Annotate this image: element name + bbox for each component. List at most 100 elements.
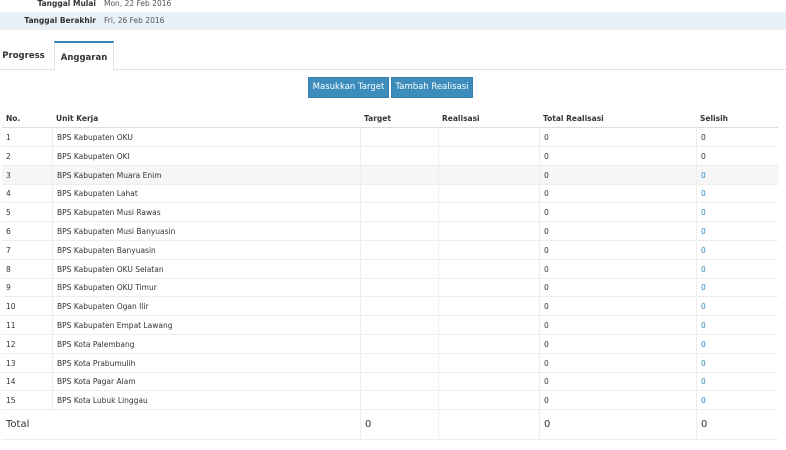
row-realisasi [438,353,539,372]
tab-anggaran[interactable]: Anggaran [54,41,114,71]
row-total-realisasi: 0 [539,316,696,334]
row-selisih: 0 [696,259,778,278]
row-no: 13 [6,358,16,368]
table-row: 14 BPS Kota Pagar Alam 0 0 [2,372,778,392]
total-unit-empty [52,410,360,439]
row-unit-kerja: BPS Kabupaten OKU [52,128,360,146]
row-no: 12 [6,339,16,349]
row-realisasi [438,165,539,184]
row-selisih: 0 [696,184,778,203]
table-total-row: Total 0 0 0 [2,410,778,440]
row-unit-kerja: BPS Kabupaten Lahat [52,184,360,203]
row-target [360,203,438,222]
row-no: 14 [6,377,16,387]
row-no: 8 [6,264,11,274]
row-selisih: 0 [696,316,778,334]
row-no: 3 [6,170,11,180]
row-unit-kerja: BPS Kabupaten Banyuasin [52,240,360,259]
row-unit-kerja: BPS Kabupaten Ogan Ilir [52,297,360,316]
row-realisasi [438,372,539,391]
header-unit-kerja: Unit Kerja [56,114,99,123]
table-row: 10 BPS Kabupaten Ogan Ilir 0 0 [2,297,778,317]
end-date-row: Tanggal Berakhir Fri, 26 Feb 2016 [0,12,786,30]
row-selisih: 0 [696,203,778,222]
row-selisih: 0 [696,297,778,316]
row-total-realisasi: 0 [539,184,696,203]
row-total-realisasi: 0 [539,391,696,410]
total-target: 0 [360,410,438,439]
row-selisih: 0 [696,278,778,297]
row-selisih: 0 [696,222,778,240]
row-target [360,372,438,391]
header-realisasi: Realisasi [442,114,480,123]
row-realisasi [438,278,539,297]
total-realisasi-empty [438,410,539,439]
table-row: 8 BPS Kabupaten OKU Selatan 0 0 [2,259,778,279]
row-no: 2 [6,151,11,161]
header-total-realisasi: Total Realisasi [543,114,604,123]
total-selisih: 0 [696,410,778,439]
row-total-realisasi: 0 [539,165,696,184]
header-selisih: Selisih [700,114,729,123]
row-realisasi [438,240,539,259]
row-total-realisasi: 0 [539,203,696,222]
masukkan-target-button[interactable]: Masukkan Target [308,77,389,98]
row-selisih: 0 [696,128,778,146]
row-unit-kerja: BPS Kabupaten OKI [52,146,360,165]
row-selisih: 0 [696,353,778,372]
row-no: 5 [6,208,11,218]
table-row: 13 BPS Kota Prabumulih 0 0 [2,353,778,373]
row-total-realisasi: 0 [539,259,696,278]
row-total-realisasi: 0 [539,222,696,240]
row-selisih: 0 [696,146,778,165]
row-selisih: 0 [696,372,778,391]
row-realisasi [438,128,539,146]
row-unit-kerja: BPS Kabupaten Musi Banyuasin [52,222,360,240]
total-total-realisasi: 0 [539,410,696,439]
row-selisih: 0 [696,334,778,353]
row-unit-kerja: BPS Kabupaten Empat Lawang [52,316,360,334]
row-target [360,316,438,334]
row-realisasi [438,184,539,203]
row-total-realisasi: 0 [539,334,696,353]
tambah-realisasi-button[interactable]: Tambah Realisasi [391,77,473,98]
row-unit-kerja: BPS Kota Prabumulih [52,353,360,372]
row-no: 4 [6,189,11,199]
row-total-realisasi: 0 [539,240,696,259]
tab-progress[interactable]: Progress [0,41,47,70]
row-total-realisasi: 0 [539,128,696,146]
row-realisasi [438,259,539,278]
row-target [360,297,438,316]
row-selisih: 0 [696,165,778,184]
row-selisih: 0 [696,391,778,410]
row-target [360,391,438,410]
row-no: 9 [6,283,11,293]
row-unit-kerja: BPS Kabupaten Musi Rawas [52,203,360,222]
header-no: No. [6,114,21,123]
table-row: 5 BPS Kabupaten Musi Rawas 0 0 [2,203,778,223]
row-no: 15 [6,396,16,406]
row-target [360,165,438,184]
table-row: 7 BPS Kabupaten Banyuasin 0 0 [2,240,778,260]
table-row: 15 BPS Kota Lubuk Linggau 0 0 [2,391,778,411]
row-realisasi [438,203,539,222]
row-target [360,146,438,165]
table-row: 3 BPS Kabupaten Muara Enim 0 0 [2,165,778,185]
row-realisasi [438,297,539,316]
end-date-label: Tanggal Berakhir [24,16,96,25]
row-no: 1 [6,133,11,142]
table-row: 1 BPS Kabupaten OKU 0 0 [2,128,778,147]
row-realisasi [438,316,539,334]
row-no: 6 [6,227,11,236]
row-total-realisasi: 0 [539,372,696,391]
row-unit-kerja: BPS Kabupaten OKU Timur [52,278,360,297]
row-no: 7 [6,245,11,255]
row-unit-kerja: BPS Kabupaten OKU Selatan [52,259,360,278]
row-total-realisasi: 0 [539,353,696,372]
table-row: 9 BPS Kabupaten OKU Timur 0 0 [2,278,778,298]
row-no: 10 [6,302,16,312]
row-target [360,278,438,297]
row-no: 11 [6,321,16,330]
table-header: No. Unit Kerja Target Realisasi Total Re… [2,109,778,128]
row-realisasi [438,222,539,240]
